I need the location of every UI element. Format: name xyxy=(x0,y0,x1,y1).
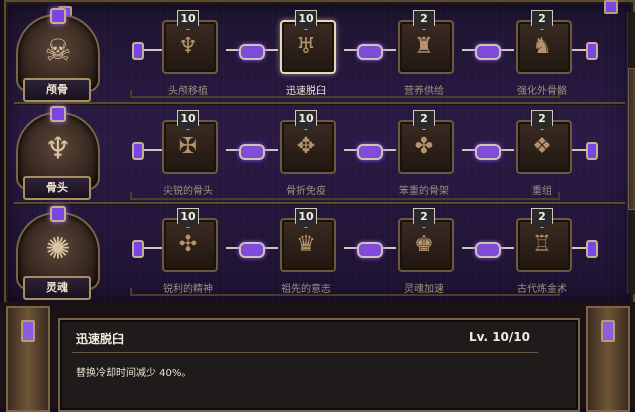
connector-gem-icon xyxy=(132,42,144,60)
skill-node-ancestor-will[interactable]: ♛ 10 xyxy=(280,208,336,272)
skill-row-bone: ♆ 骨头 ✠ 10 尖锐的骨头 ✥ 10 骨折免疫 ✤ 2 笨重的骨架 ❖ 2 … xyxy=(6,102,633,200)
skill-node-soul-acceleration[interactable]: ♚ 2 xyxy=(398,208,454,272)
connector-gem-icon xyxy=(132,142,144,160)
skill-label: 锐利的精神 xyxy=(163,284,213,295)
connector-gem-icon xyxy=(132,240,144,258)
soul-acceleration-icon: ♚ xyxy=(414,232,434,258)
skill-node-exoskeleton[interactable]: ♞ 2 xyxy=(516,10,572,74)
skill-node-sharp-bone[interactable]: ✠ 10 xyxy=(162,110,218,174)
sharp-bone-icon: ✠ xyxy=(178,134,198,160)
skill-label: 骨折免疫 xyxy=(286,186,326,197)
ancestor-will-icon: ♛ xyxy=(296,232,316,258)
connector-line xyxy=(572,44,586,56)
soul-icon: ✺ xyxy=(45,231,71,267)
heavy-skeleton-icon: ✤ xyxy=(414,134,434,160)
bone-icon: ♆ xyxy=(44,131,72,167)
skill-node-dislocate[interactable]: ♅ 10 xyxy=(280,10,336,74)
skill-row-skull: ☠ 颅骨 ♆ 10 头颅移植 ♅ 10 迅速脱臼 ♜ 2 营养供给 ♞ 2 强化… xyxy=(6,2,633,102)
gem-ornament-icon xyxy=(601,320,615,342)
connector-gem-icon xyxy=(586,240,598,258)
skill-detail-description: 替换冷却时间减少 40%。 xyxy=(76,368,192,379)
skill-label: 强化外骨骼 xyxy=(517,86,567,97)
connector-active xyxy=(226,144,278,160)
divider xyxy=(72,352,538,353)
gem-ornament-icon xyxy=(604,0,618,14)
connector-active xyxy=(226,44,278,60)
skill-label: 重组 xyxy=(532,186,552,197)
gem-ornament-icon xyxy=(21,320,35,342)
skill-node-skull-transplant[interactable]: ♆ 10 xyxy=(162,10,218,74)
gem-icon xyxy=(50,106,66,122)
tree-bracket xyxy=(130,192,560,200)
skill-detail-panel: 迅速脱臼 Lv. 10/10 替换冷却时间减少 40%。 xyxy=(58,318,580,412)
skill-node-sharp-spirit[interactable]: ✣ 10 xyxy=(162,208,218,272)
scrollbar-thumb[interactable] xyxy=(628,68,635,210)
skill-node-alchemy[interactable]: ♖ 2 xyxy=(516,208,572,272)
skill-label: 笨重的骨架 xyxy=(399,186,449,197)
connector-line xyxy=(144,242,162,254)
connector-active xyxy=(462,44,514,60)
gem-icon xyxy=(50,8,66,24)
connector-line xyxy=(572,242,586,254)
connector-active xyxy=(344,44,396,60)
skill-detail-level: Lv. 10/10 xyxy=(468,330,530,344)
skill-label: 营养供给 xyxy=(404,86,444,97)
reassemble-icon: ❖ xyxy=(532,134,552,160)
skill-label: 尖锐的骨头 xyxy=(163,186,213,197)
connector-active xyxy=(462,242,514,258)
skill-node-fracture-immunity[interactable]: ✥ 10 xyxy=(280,110,336,174)
connector-active xyxy=(344,242,396,258)
tree-label: 颅骨 xyxy=(23,78,91,102)
skill-detail-title: 迅速脱臼 xyxy=(76,332,125,346)
connector-line xyxy=(144,44,162,56)
connector-active xyxy=(344,144,396,160)
connector-line xyxy=(572,144,586,156)
skill-node-reassemble[interactable]: ❖ 2 xyxy=(516,110,572,174)
connector-gem-icon xyxy=(586,142,598,160)
gem-icon xyxy=(50,206,66,222)
skill-row-soul: ✺ 灵魂 ✣ 10 锐利的精神 ♛ 10 祖先的意志 ♚ 2 灵魂加速 ♖ 2 … xyxy=(6,202,633,300)
skill-label: 古代炼金术 xyxy=(517,284,567,295)
nutrition-icon: ♜ xyxy=(414,34,434,60)
skill-label: 头颅移植 xyxy=(168,86,208,97)
sharp-spirit-icon: ✣ xyxy=(178,232,198,258)
scrollbar[interactable] xyxy=(627,12,635,294)
exoskeleton-icon: ♞ xyxy=(532,34,552,60)
connector-line xyxy=(144,144,162,156)
skill-label: 祖先的意志 xyxy=(281,284,331,295)
fracture-immunity-icon: ✥ xyxy=(296,134,316,160)
skull-transplant-icon: ♆ xyxy=(178,34,198,60)
connector-active xyxy=(462,144,514,160)
tree-label: 灵魂 xyxy=(23,276,91,300)
skull-icon: ☠ xyxy=(44,33,72,69)
alchemy-icon: ♖ xyxy=(532,232,552,258)
tree-label: 骨头 xyxy=(23,176,91,200)
skill-label: 迅速脱臼 xyxy=(286,86,326,97)
skill-tree-panel: ☠ 颅骨 ♆ 10 头颅移植 ♅ 10 迅速脱臼 ♜ 2 营养供给 ♞ 2 强化… xyxy=(4,0,635,306)
skill-node-nutrition[interactable]: ♜ 2 xyxy=(398,10,454,74)
skill-label: 灵魂加速 xyxy=(404,284,444,295)
dislocate-icon: ♅ xyxy=(296,34,316,60)
connector-gem-icon xyxy=(586,42,598,60)
skill-node-heavy-skeleton[interactable]: ✤ 2 xyxy=(398,110,454,174)
connector-active xyxy=(226,242,278,258)
